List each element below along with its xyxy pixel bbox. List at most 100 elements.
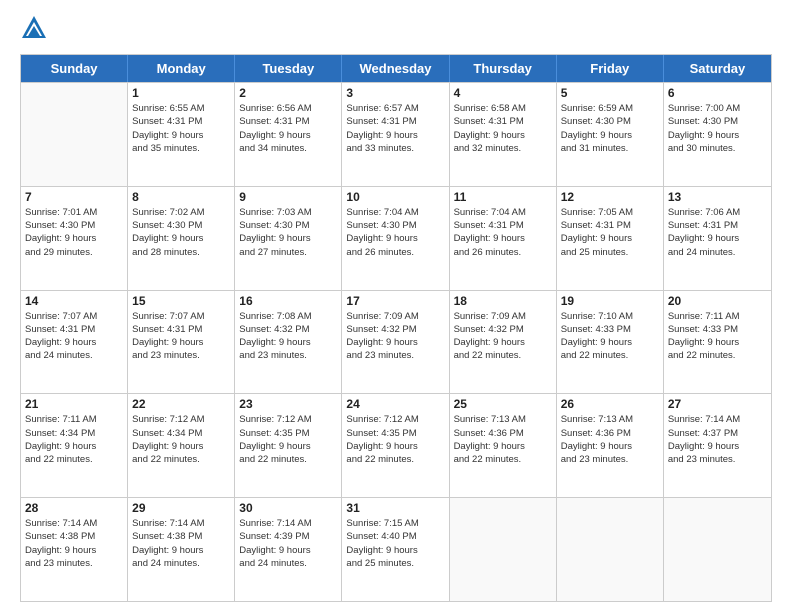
day-info: Sunrise: 7:08 AM Sunset: 4:32 PM Dayligh… [239,310,337,363]
day-cell-29: 29Sunrise: 7:14 AM Sunset: 4:38 PM Dayli… [128,498,235,601]
header-cell-thursday: Thursday [450,55,557,82]
day-info: Sunrise: 7:06 AM Sunset: 4:31 PM Dayligh… [668,206,767,259]
day-cell-4: 4 Sunrise: 6:58 AM Sunset: 4:31 PM Daylig… [450,83,557,186]
day-info: Sunrise: 7:01 AM Sunset: 4:30 PM Dayligh… [25,206,123,259]
day-cell-18: 18 Sunrise: 7:09 AM Sunset: 4:32 PM Dayli… [450,291,557,394]
day-cell-3: 3 Sunrise: 6:57 AM Sunset: 4:31 PM Daylig… [342,83,449,186]
day-info: Sunrise: 7:13 AM Sunset: 4:36 PM Dayligh… [454,413,552,466]
day-info: Sunrise: 6:55 AM Sunset: 4:31 PM Dayligh… [132,102,230,155]
day-cell-26: 26Sunrise: 7:13 AM Sunset: 4:36 PM Dayli… [557,394,664,497]
day-number: 23 [239,397,337,411]
day-info: Sunrise: 7:04 AM Sunset: 4:30 PM Dayligh… [346,206,444,259]
day-info: Sunrise: 7:14 AM Sunset: 4:38 PM Dayligh… [132,517,230,570]
day-number: 20 [668,294,767,308]
calendar-body: 1 Sunrise: 6:55 AM Sunset: 4:31 PM Daylig… [21,82,771,601]
day-number: 21 [25,397,123,411]
day-number: 19 [561,294,659,308]
day-cell-17: 17Sunrise: 7:09 AM Sunset: 4:32 PM Dayli… [342,291,449,394]
day-info: Sunrise: 7:05 AM Sunset: 4:31 PM Dayligh… [561,206,659,259]
day-cell-12: 12 Sunrise: 7:05 AM Sunset: 4:31 PM Dayli… [557,187,664,290]
header-cell-tuesday: Tuesday [235,55,342,82]
day-number: 31 [346,501,444,515]
day-cell-8: 8Sunrise: 7:02 AM Sunset: 4:30 PM Daylig… [128,187,235,290]
day-cell-13: 13 Sunrise: 7:06 AM Sunset: 4:31 PM Dayli… [664,187,771,290]
day-cell-9: 9 Sunrise: 7:03 AM Sunset: 4:30 PM Daylig… [235,187,342,290]
day-number: 2 [239,86,337,100]
week-row-5: 28 Sunrise: 7:14 AM Sunset: 4:38 PM Dayli… [21,497,771,601]
day-cell-23: 23Sunrise: 7:12 AM Sunset: 4:35 PM Dayli… [235,394,342,497]
calendar-header: SundayMondayTuesdayWednesdayThursdayFrid… [21,55,771,82]
day-info: Sunrise: 7:11 AM Sunset: 4:34 PM Dayligh… [25,413,123,466]
day-number: 22 [132,397,230,411]
day-cell-10: 10 Sunrise: 7:04 AM Sunset: 4:30 PM Dayli… [342,187,449,290]
day-info: Sunrise: 7:12 AM Sunset: 4:34 PM Dayligh… [132,413,230,466]
week-row-1: 1 Sunrise: 6:55 AM Sunset: 4:31 PM Daylig… [21,82,771,186]
day-cell-6: 6Sunrise: 7:00 AM Sunset: 4:30 PM Daylig… [664,83,771,186]
day-cell-2: 2 Sunrise: 6:56 AM Sunset: 4:31 PM Daylig… [235,83,342,186]
day-cell-20: 20 Sunrise: 7:11 AM Sunset: 4:33 PM Dayli… [664,291,771,394]
day-info: Sunrise: 6:56 AM Sunset: 4:31 PM Dayligh… [239,102,337,155]
header [20,16,772,44]
header-cell-monday: Monday [128,55,235,82]
day-number: 10 [346,190,444,204]
week-row-2: 7 Sunrise: 7:01 AM Sunset: 4:30 PM Daylig… [21,186,771,290]
day-cell-1: 1 Sunrise: 6:55 AM Sunset: 4:31 PM Daylig… [128,83,235,186]
day-info: Sunrise: 7:14 AM Sunset: 4:39 PM Dayligh… [239,517,337,570]
day-cell-16: 16 Sunrise: 7:08 AM Sunset: 4:32 PM Dayli… [235,291,342,394]
header-cell-saturday: Saturday [664,55,771,82]
week-row-3: 14 Sunrise: 7:07 AM Sunset: 4:31 PM Dayli… [21,290,771,394]
day-number: 15 [132,294,230,308]
day-number: 27 [668,397,767,411]
calendar-page: SundayMondayTuesdayWednesdayThursdayFrid… [0,0,792,612]
day-cell-14: 14 Sunrise: 7:07 AM Sunset: 4:31 PM Dayli… [21,291,128,394]
day-number: 11 [454,190,552,204]
day-number: 28 [25,501,123,515]
day-info: Sunrise: 6:59 AM Sunset: 4:30 PM Dayligh… [561,102,659,155]
day-cell-30: 30 Sunrise: 7:14 AM Sunset: 4:39 PM Dayli… [235,498,342,601]
day-info: Sunrise: 7:11 AM Sunset: 4:33 PM Dayligh… [668,310,767,363]
day-number: 16 [239,294,337,308]
day-number: 4 [454,86,552,100]
day-info: Sunrise: 6:58 AM Sunset: 4:31 PM Dayligh… [454,102,552,155]
day-number: 12 [561,190,659,204]
header-cell-wednesday: Wednesday [342,55,449,82]
empty-cell [21,83,128,186]
day-number: 3 [346,86,444,100]
day-number: 13 [668,190,767,204]
day-number: 14 [25,294,123,308]
day-number: 5 [561,86,659,100]
day-info: Sunrise: 7:03 AM Sunset: 4:30 PM Dayligh… [239,206,337,259]
day-cell-22: 22 Sunrise: 7:12 AM Sunset: 4:34 PM Dayli… [128,394,235,497]
calendar: SundayMondayTuesdayWednesdayThursdayFrid… [20,54,772,602]
logo-icon [20,14,48,42]
day-number: 6 [668,86,767,100]
day-cell-21: 21 Sunrise: 7:11 AM Sunset: 4:34 PM Dayli… [21,394,128,497]
day-info: Sunrise: 7:15 AM Sunset: 4:40 PM Dayligh… [346,517,444,570]
day-info: Sunrise: 7:14 AM Sunset: 4:37 PM Dayligh… [668,413,767,466]
day-info: Sunrise: 6:57 AM Sunset: 4:31 PM Dayligh… [346,102,444,155]
day-number: 1 [132,86,230,100]
day-cell-24: 24Sunrise: 7:12 AM Sunset: 4:35 PM Dayli… [342,394,449,497]
empty-cell [557,498,664,601]
day-cell-7: 7 Sunrise: 7:01 AM Sunset: 4:30 PM Daylig… [21,187,128,290]
day-info: Sunrise: 7:09 AM Sunset: 4:32 PM Dayligh… [454,310,552,363]
day-info: Sunrise: 7:04 AM Sunset: 4:31 PM Dayligh… [454,206,552,259]
day-number: 9 [239,190,337,204]
day-number: 25 [454,397,552,411]
day-info: Sunrise: 7:02 AM Sunset: 4:30 PM Dayligh… [132,206,230,259]
day-cell-27: 27 Sunrise: 7:14 AM Sunset: 4:37 PM Dayli… [664,394,771,497]
day-cell-25: 25 Sunrise: 7:13 AM Sunset: 4:36 PM Dayli… [450,394,557,497]
day-info: Sunrise: 7:07 AM Sunset: 4:31 PM Dayligh… [132,310,230,363]
day-number: 26 [561,397,659,411]
day-number: 30 [239,501,337,515]
day-cell-31: 31 Sunrise: 7:15 AM Sunset: 4:40 PM Dayli… [342,498,449,601]
logo [20,16,50,44]
day-number: 7 [25,190,123,204]
header-cell-friday: Friday [557,55,664,82]
empty-cell [450,498,557,601]
empty-cell [664,498,771,601]
day-info: Sunrise: 7:07 AM Sunset: 4:31 PM Dayligh… [25,310,123,363]
day-number: 18 [454,294,552,308]
day-cell-19: 19Sunrise: 7:10 AM Sunset: 4:33 PM Dayli… [557,291,664,394]
day-cell-5: 5 Sunrise: 6:59 AM Sunset: 4:30 PM Daylig… [557,83,664,186]
